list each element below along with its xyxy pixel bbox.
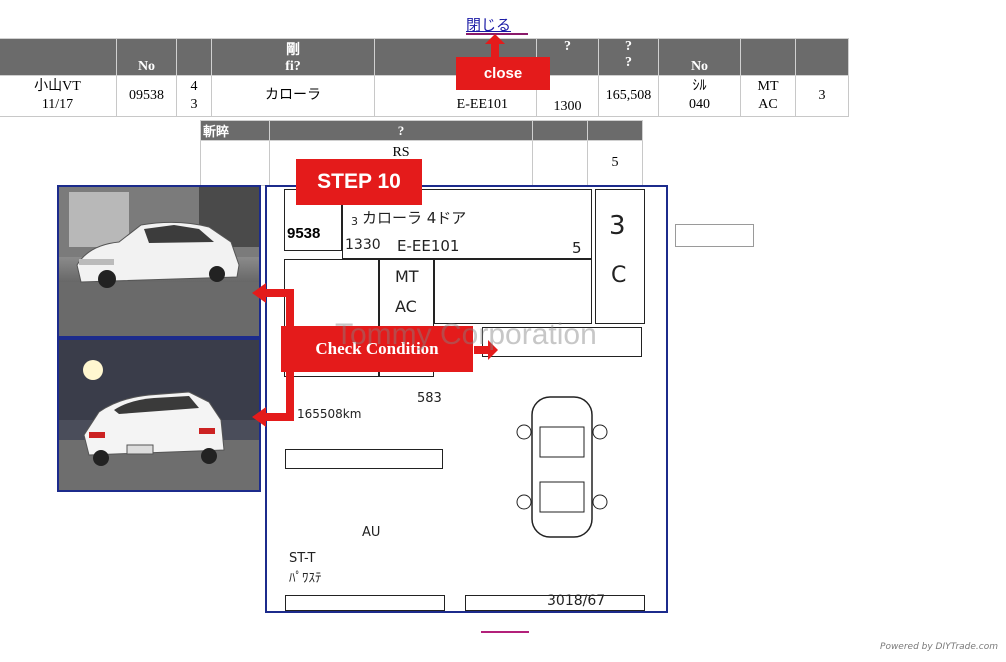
header-cell	[532, 120, 588, 141]
sheet-note: ST-T	[289, 551, 316, 566]
car-diagram-icon	[502, 387, 622, 552]
header-cell	[740, 38, 796, 76]
table-cell-grade: 3	[795, 75, 849, 117]
header-cell: No	[658, 38, 741, 76]
sheet-grade: 3	[609, 211, 626, 241]
header-cell: No	[116, 38, 177, 76]
sheet-seats: 5	[572, 239, 582, 257]
car-front-photo	[57, 185, 261, 338]
table-cell	[200, 140, 270, 186]
table-cell-lot: 09538	[116, 75, 177, 117]
header-cell: 斬睟	[200, 120, 270, 141]
table-cell-auction: 小山VT 11/17	[0, 75, 117, 117]
header-cell: ?	[269, 120, 533, 141]
table-cell-mileage: 165,508	[598, 75, 659, 117]
sheet-month: 3	[351, 215, 358, 228]
sheet-interior: C	[611, 263, 627, 288]
sheet-ac: AC	[395, 297, 417, 316]
table-cell-year: 4 3	[176, 75, 212, 117]
sheet-trans: MT	[395, 267, 419, 286]
table-header-row: 斬睟 ?	[200, 120, 643, 141]
header-cell	[176, 38, 212, 76]
watermark: Tommy Corporation	[335, 318, 597, 351]
table-cell-color: ｼﾙ 040	[658, 75, 741, 117]
table-cell-model: カローラ	[211, 75, 375, 117]
text-input[interactable]	[675, 224, 754, 247]
header-cell	[0, 38, 117, 76]
sheet-km: 165508km	[297, 407, 362, 421]
table-header-row: No 剛 fi? ? ? ? No	[0, 38, 849, 76]
sheet-condition-box	[285, 449, 443, 469]
header-cell: 剛 fi?	[211, 38, 375, 76]
table-cell-equipment: MT AC	[740, 75, 796, 117]
sheet-distance: 583	[417, 391, 442, 406]
header-cell	[795, 38, 849, 76]
sheet-grade-box	[595, 189, 645, 324]
sheet-displacement: 1330	[345, 237, 381, 253]
auction-sheet: 9538 カローラ 4ドア 3 1330 E-EE101 5 3 C MT AC…	[265, 185, 668, 613]
close-link[interactable]: 閉じる	[466, 14, 511, 35]
sheet-stock: 3018/67	[547, 593, 606, 609]
sheet-aa: AU	[362, 525, 381, 540]
table-cell	[532, 140, 588, 186]
header-cell: ? ?	[598, 38, 659, 76]
step-label: STEP 10	[296, 159, 422, 205]
car-rear-photo	[57, 338, 261, 492]
sheet-bottom-left	[285, 595, 445, 611]
sheet-type: E-EE101	[397, 237, 460, 255]
header-cell	[587, 120, 643, 141]
table-row: 小山VT 11/17 09538 4 3 カローラ 4 E-EE101 1300…	[0, 75, 849, 117]
vehicle-table: No 剛 fi? ? ? ? No 小山VT 11/17 09538 4 3 カ…	[0, 38, 849, 117]
sheet-model: カローラ 4ドア	[362, 209, 467, 227]
close-callout: close	[456, 57, 550, 90]
bottom-link[interactable]	[481, 631, 529, 633]
sheet-sales-box	[434, 259, 592, 324]
sheet-lot-number: 9538	[287, 225, 321, 242]
table-cell: 5	[587, 140, 643, 186]
footer-credit: Powered by DIYTrade.com	[880, 642, 998, 652]
sheet-note2: ﾊﾟﾜｽﾃ	[289, 571, 322, 586]
